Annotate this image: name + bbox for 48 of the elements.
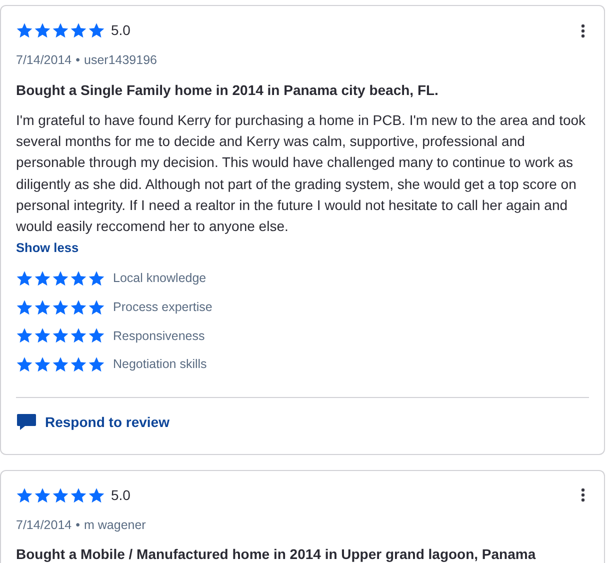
review-author: m wagener — [84, 516, 146, 534]
star-icon — [52, 356, 69, 374]
respond-link[interactable]: Respond to review — [16, 412, 170, 434]
rating-label: Responsiveness — [113, 328, 205, 345]
separator-dot: • — [76, 516, 80, 534]
star-icon — [52, 22, 69, 39]
star-icon — [70, 22, 87, 39]
separator-dot: • — [76, 52, 80, 69]
star-icon — [88, 22, 105, 39]
star-icon — [34, 356, 51, 374]
star-icon — [52, 486, 69, 504]
star-icon — [16, 270, 33, 287]
star-icon — [88, 327, 105, 344]
star-icon — [16, 298, 33, 316]
star-icon — [16, 486, 33, 504]
star-icon — [88, 270, 105, 287]
star-icon — [70, 298, 87, 316]
star-icon — [16, 22, 33, 39]
star-icon — [34, 327, 51, 344]
show-less-link[interactable]: Show less — [16, 238, 79, 257]
star-icon — [34, 298, 51, 316]
review-date: 7/14/2014 — [16, 52, 72, 69]
star-icon — [34, 270, 51, 287]
star-icon — [52, 327, 69, 344]
review-title: Bought a Single Family home in 2014 in Panama city beach, FL. — [16, 80, 440, 100]
star-icon — [70, 486, 87, 504]
star-icon — [70, 356, 87, 374]
star-icon — [88, 356, 105, 374]
star-icon — [88, 298, 105, 316]
star-icon — [88, 486, 105, 504]
rating-score: 5.0 — [111, 486, 130, 505]
rating-label: Process expertise — [113, 298, 212, 316]
star-icon — [34, 22, 51, 39]
star-icon — [16, 356, 33, 374]
star-icon — [52, 270, 69, 287]
star-icon — [52, 298, 69, 316]
review-date: 7/14/2014 — [16, 516, 72, 534]
speech-bubble-icon — [16, 413, 37, 432]
star-icon — [16, 327, 33, 344]
star-icon — [34, 486, 51, 504]
star-icon — [70, 270, 87, 287]
rating-score: 5.0 — [111, 21, 130, 40]
review-text: I'm grateful to have found Kerry for purchasing a home in PCB. I'm new to the area and took several months for me to decide and Kerry was calm, supportive, professional and personable through my decision. This would have challenged many to continue to work as diligently as she did. Although not part of the grading system, she would get a top score on personal integrity. If I need a realtor in the future I would not hesitate to call her again and would easily reccomend her to anyone else. — [16, 110, 587, 236]
review-author: user1439196 — [84, 52, 157, 69]
rating-label: Local knowledge — [113, 270, 206, 288]
review-title: Bought a Mobile / Manufactured home in 2014 in Upper grand lagoon, Panama — [16, 545, 537, 563]
rating-label: Negotiation skills — [113, 356, 207, 374]
star-icon — [70, 327, 87, 344]
